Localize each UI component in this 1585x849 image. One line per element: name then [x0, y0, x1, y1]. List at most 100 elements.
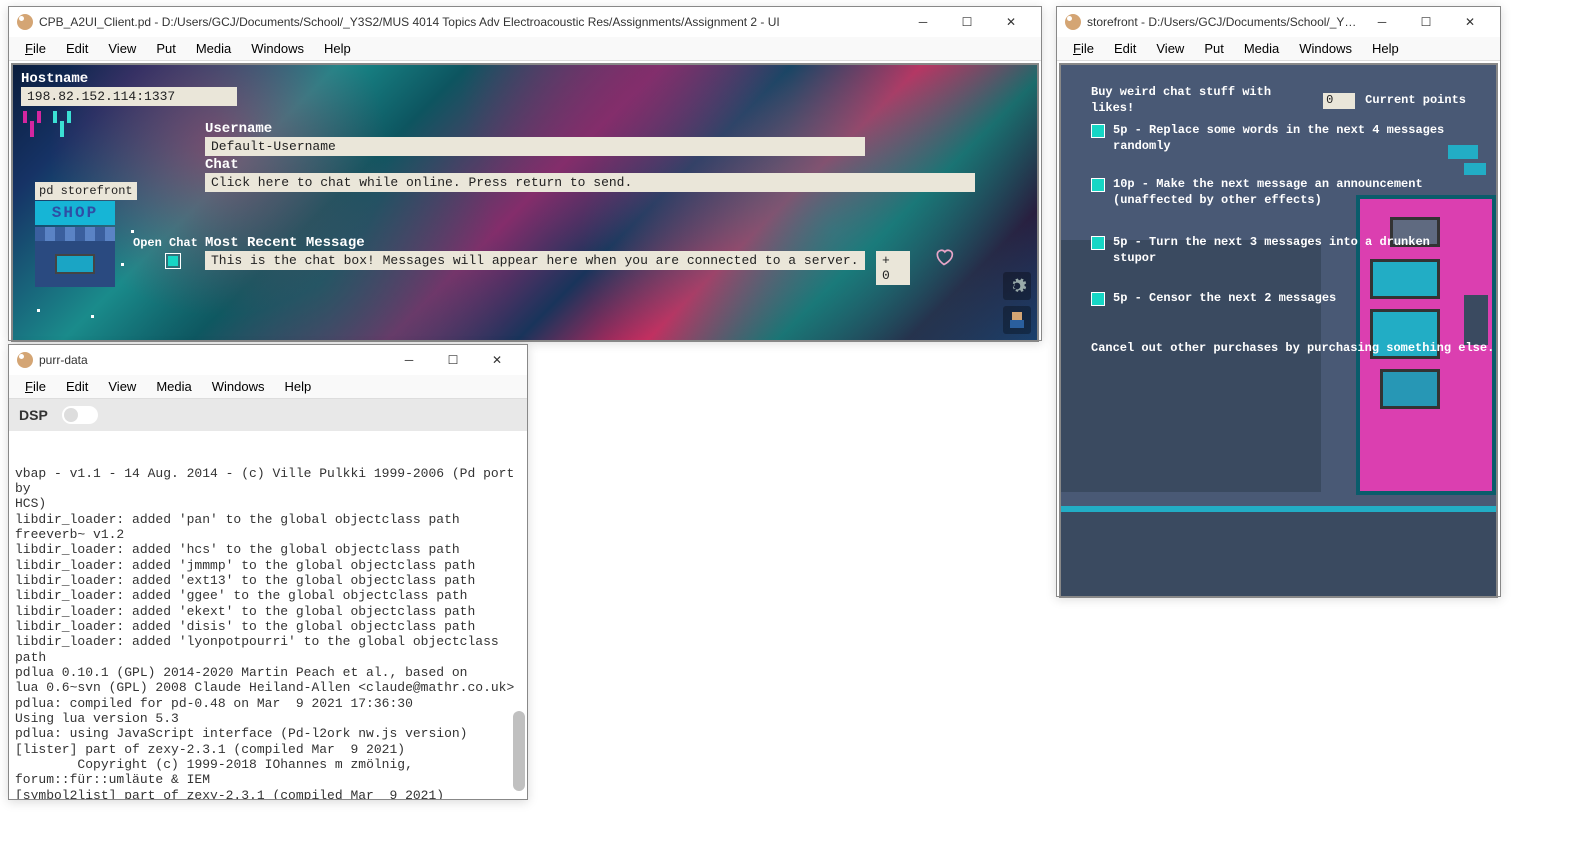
store-item-label: 5p - Turn the next 3 messages into a dru…: [1113, 235, 1476, 266]
store-item: 5p - Replace some words in the next 4 me…: [1091, 123, 1476, 154]
store-item: 5p - Censor the next 2 messages: [1091, 291, 1476, 307]
client-titlebar[interactable]: CPB_A2UI_Client.pd - D:/Users/GCJ/Docume…: [9, 7, 1041, 37]
username-label: Username: [205, 121, 885, 137]
shop-pd-label[interactable]: pd storefront: [35, 182, 137, 200]
console-line: pdlua: using JavaScript interface (Pd-l2…: [15, 726, 521, 741]
menu-windows[interactable]: Windows: [204, 377, 273, 396]
close-button[interactable]: ✕: [475, 346, 519, 374]
shop-building-icon: [35, 227, 115, 287]
heart-icon[interactable]: [933, 247, 955, 272]
fork-icon: [53, 111, 71, 137]
hostname-label: Hostname: [21, 71, 237, 87]
store-item-label: 5p - Censor the next 2 messages: [1113, 291, 1336, 307]
console-line: pdlua: compiled for pd-0.48 on Mar 9 202…: [15, 696, 521, 711]
close-button[interactable]: ✕: [1448, 8, 1492, 36]
shop-sign: SHOP: [35, 201, 115, 225]
store-intro-label: Buy weird chat stuff with likes!: [1091, 85, 1313, 116]
buy-toggle[interactable]: [1091, 178, 1105, 192]
client-title: CPB_A2UI_Client.pd - D:/Users/GCJ/Docume…: [39, 15, 901, 29]
hostname-input[interactable]: [21, 87, 237, 106]
minimize-button[interactable]: ─: [1360, 8, 1404, 36]
star-icon: [121, 263, 124, 266]
minimize-button[interactable]: ─: [387, 346, 431, 374]
settings-button[interactable]: [1003, 272, 1031, 300]
chat-input[interactable]: [205, 173, 975, 192]
client-canvas: Hostname Username Chat pd storefront SHO…: [11, 63, 1039, 342]
menu-view[interactable]: View: [1148, 39, 1192, 58]
console-line: forum::für::umläute & IEM: [15, 772, 521, 787]
star-icon: [91, 315, 94, 318]
menu-media[interactable]: Media: [148, 377, 199, 396]
close-button[interactable]: ✕: [989, 8, 1033, 36]
store-item-label: 10p - Make the next message an announcem…: [1113, 177, 1423, 208]
recent-message-box: [205, 251, 865, 270]
open-chat-label: Open Chat: [133, 236, 198, 250]
app-icon: [17, 352, 33, 368]
buy-toggle[interactable]: [1091, 124, 1105, 138]
store-item-label: 5p - Replace some words in the next 4 me…: [1113, 123, 1476, 154]
menu-edit[interactable]: Edit: [58, 377, 96, 396]
store-title: storefront - D:/Users/GCJ/Documents/Scho…: [1087, 15, 1360, 29]
console-line: HCS): [15, 496, 521, 511]
maximize-button[interactable]: ☐: [431, 346, 475, 374]
scrollbar[interactable]: [513, 711, 525, 791]
maximize-button[interactable]: ☐: [1404, 8, 1448, 36]
store-cancel-note: Cancel out other purchases by purchasing…: [1091, 341, 1494, 357]
menu-help[interactable]: Help: [316, 39, 359, 58]
menu-media[interactable]: Media: [188, 39, 239, 58]
store-item: 5p - Turn the next 3 messages into a dru…: [1091, 235, 1476, 266]
purr-title: purr-data: [39, 353, 387, 367]
app-icon: [17, 14, 33, 30]
points-value: 0: [1323, 93, 1355, 109]
dsp-bar: DSP: [9, 399, 527, 431]
buy-toggle[interactable]: [1091, 292, 1105, 306]
bg-shape: [1464, 163, 1486, 175]
console-line: libdir_loader: added 'ext13' to the glob…: [15, 573, 521, 588]
bg-shape: [1061, 240, 1321, 492]
menu-put[interactable]: Put: [1196, 39, 1232, 58]
console-line: Using lua version 5.3: [15, 711, 521, 726]
buy-toggle[interactable]: [1091, 236, 1105, 250]
purr-console[interactable]: vbap - v1.1 - 14 Aug. 2014 - (c) Ville P…: [9, 431, 527, 799]
menu-help[interactable]: Help: [277, 377, 320, 396]
chat-label: Chat: [205, 157, 985, 173]
store-item: 10p - Make the next message an announcem…: [1091, 177, 1476, 208]
menu-media[interactable]: Media: [1236, 39, 1287, 58]
console-line: libdir_loader: added 'hcs' to the global…: [15, 542, 521, 557]
console-line: libdir_loader: added 'lyonpotpourri' to …: [15, 634, 521, 665]
open-chat-toggle[interactable]: [165, 253, 181, 269]
avatar-icon[interactable]: [1003, 306, 1031, 334]
menu-view[interactable]: View: [100, 377, 144, 396]
store-canvas: Buy weird chat stuff with likes! 0 Curre…: [1059, 63, 1498, 598]
menu-view[interactable]: View: [100, 39, 144, 58]
minimize-button[interactable]: ─: [901, 8, 945, 36]
menu-file[interactable]: File: [1065, 39, 1102, 58]
menu-help[interactable]: Help: [1364, 39, 1407, 58]
menu-edit[interactable]: Edit: [1106, 39, 1144, 58]
console-line: [symbol2list] part of zexy-2.3.1 (compil…: [15, 788, 521, 799]
console-line: libdir_loader: added 'jmmmp' to the glob…: [15, 558, 521, 573]
console-line: libdir_loader: added 'ggee' to the globa…: [15, 588, 521, 603]
menu-file[interactable]: File: [17, 39, 54, 58]
menu-edit[interactable]: Edit: [58, 39, 96, 58]
purr-menubar: File Edit View Media Windows Help: [9, 375, 527, 399]
menu-windows[interactable]: Windows: [1291, 39, 1360, 58]
username-input[interactable]: [205, 137, 865, 156]
menu-windows[interactable]: Windows: [243, 39, 312, 58]
console-line: freeverb~ v1.2: [15, 527, 521, 542]
like-counter[interactable]: + 0: [876, 251, 910, 285]
purr-titlebar[interactable]: purr-data ─ ☐ ✕: [9, 345, 527, 375]
menu-file[interactable]: File: [17, 377, 54, 396]
bg-counter: [1061, 506, 1496, 536]
store-titlebar[interactable]: storefront - D:/Users/GCJ/Documents/Scho…: [1057, 7, 1500, 37]
maximize-button[interactable]: ☐: [945, 8, 989, 36]
dsp-toggle[interactable]: [62, 406, 98, 424]
star-icon: [131, 230, 134, 233]
recent-label: Most Recent Message: [205, 235, 885, 251]
console-line: vbap - v1.1 - 14 Aug. 2014 - (c) Ville P…: [15, 466, 521, 497]
console-line: Copyright (c) 1999-2018 IOhannes m zmöln…: [15, 757, 521, 772]
menu-put[interactable]: Put: [148, 39, 184, 58]
app-icon: [1065, 14, 1081, 30]
storefront-window: storefront - D:/Users/GCJ/Documents/Scho…: [1056, 6, 1501, 597]
console-line: lua 0.6~svn (GPL) 2008 Claude Heiland-Al…: [15, 680, 521, 695]
